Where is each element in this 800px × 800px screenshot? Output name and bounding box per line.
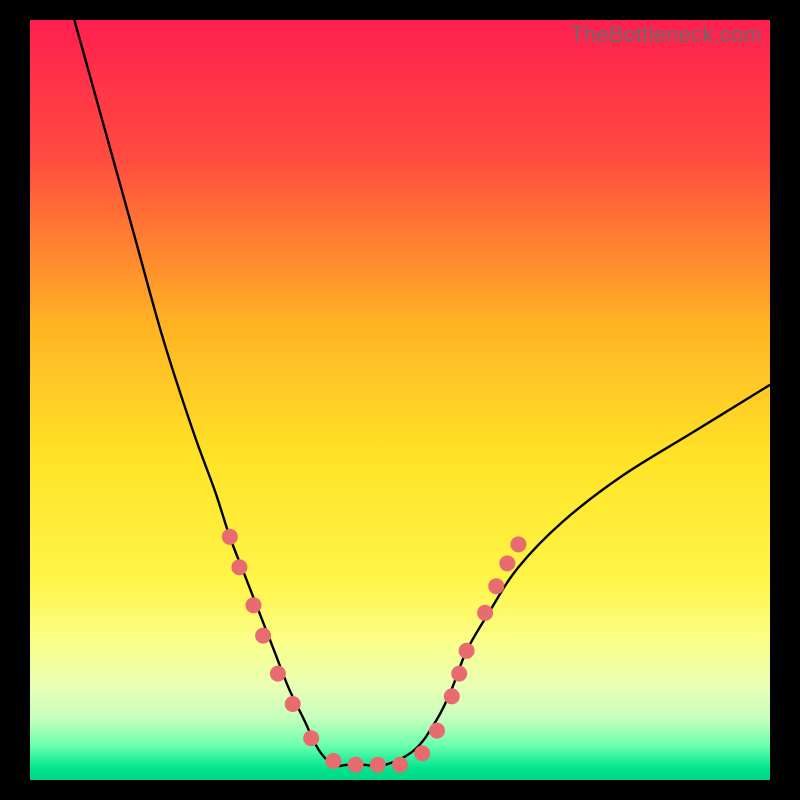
data-marker <box>348 757 364 773</box>
data-marker <box>499 555 515 571</box>
outer-frame: TheBottleneck.com <box>0 0 800 800</box>
data-marker <box>231 559 247 575</box>
data-marker <box>303 730 319 746</box>
gradient-background <box>30 20 770 780</box>
data-marker <box>285 696 301 712</box>
watermark-text: TheBottleneck.com <box>570 22 762 48</box>
plot-area: TheBottleneck.com <box>30 20 770 780</box>
data-marker <box>392 757 408 773</box>
data-marker <box>414 745 430 761</box>
data-marker <box>245 597 261 613</box>
data-marker <box>429 723 445 739</box>
data-marker <box>222 529 238 545</box>
data-marker <box>444 688 460 704</box>
data-marker <box>255 628 271 644</box>
data-marker <box>270 666 286 682</box>
bottleneck-chart <box>30 20 770 780</box>
data-marker <box>370 757 386 773</box>
data-marker <box>459 643 475 659</box>
data-marker <box>510 536 526 552</box>
data-marker <box>477 605 493 621</box>
data-marker <box>325 753 341 769</box>
data-marker <box>451 666 467 682</box>
data-marker <box>488 578 504 594</box>
